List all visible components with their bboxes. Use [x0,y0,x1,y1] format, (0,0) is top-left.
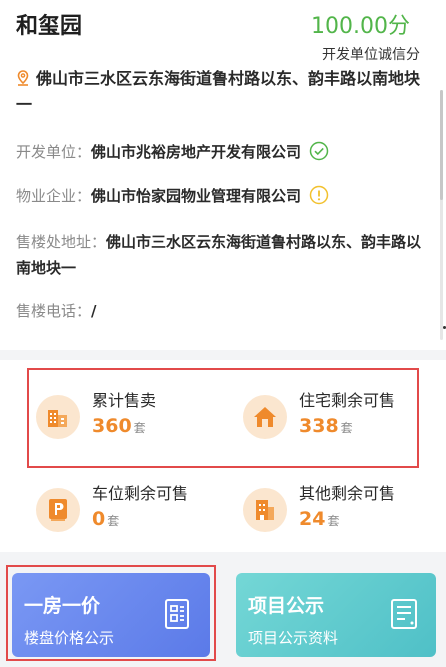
project-address-text: 佛山市三水区云东海街道鲁村路以东、韵丰路以南地块一 [16,69,421,114]
stat-value: 338 套 [299,415,353,437]
house-icon [243,395,287,439]
document-icon [391,599,417,629]
developer-value: 佛山市兆裕房地产开发有限公司 [91,143,302,161]
project-address: 佛山市三水区云东海街道鲁村路以东、韵丰路以南地块一 [16,66,426,118]
stat-value: 360 套 [92,415,146,437]
stat-number: 360 [92,415,132,437]
location-pin-icon [17,70,29,86]
stat-label: 住宅剩余可售 [299,391,396,410]
credit-score: 100.00分 [311,14,410,39]
project-title: 和玺园 [16,14,83,39]
sales-office-row: 售楼处地址：佛山市三水区云东海街道鲁村路以东、韵丰路以南地块一 [16,229,430,281]
stat-label: 其他剩余可售 [299,484,396,503]
scrollbar-thumb[interactable] [440,90,443,200]
parking-icon [36,488,80,532]
property-label: 物业企业： [16,187,92,205]
project-notice-tile[interactable]: 项目公示 项目公示资料 [236,573,436,657]
stat-value: 0套 [92,508,119,530]
developer-row: 开发单位：佛山市兆裕房地产开发有限公司 [16,139,329,165]
tile-subtitle: 楼盘价格公示 [24,629,115,647]
sales-stats-card: 累计售卖 360 套 住宅剩余可售 338 套 车位剩余可售 0套 其他剩余可售… [0,360,446,552]
stat-unit: 套 [327,514,340,528]
phone-row: 售楼电话：/ [16,298,97,324]
warning-info-icon[interactable] [309,185,329,205]
tile-subtitle: 项目公示资料 [248,629,339,647]
price-list-tile[interactable]: 一房一价 楼盘价格公示 [12,573,210,657]
credit-score-label: 开发单位诚信分 [322,47,420,63]
building-icon [36,395,80,439]
developer-label: 开发单位： [16,143,92,161]
stat-unit: 套 [340,421,353,435]
stat-unit: 套 [107,514,120,528]
price-list-icon [165,599,189,629]
stat-label: 车位剩余可售 [92,484,189,503]
stat-number: 0 [92,508,106,530]
phone-label: 售楼电话： [16,302,92,320]
phone-value[interactable]: / [91,302,96,320]
office-icon [243,488,287,532]
verified-check-icon [309,141,329,161]
highlight-box [27,368,419,468]
tile-title: 一房一价 [24,595,101,617]
sales-office-label: 售楼处地址： [16,233,107,251]
tile-title: 项目公示 [248,595,325,617]
property-value: 佛山市怡家园物业管理有限公司 [91,187,302,205]
stat-unit: 套 [133,421,146,435]
project-info-card: 和玺园 100.00分 开发单位诚信分 佛山市三水区云东海街道鲁村路以东、韵丰路… [0,0,446,350]
stat-label: 累计售卖 [92,391,157,410]
property-row: 物业企业：佛山市怡家园物业管理有限公司 [16,183,329,209]
stat-number: 338 [299,415,339,437]
stat-value: 24 套 [299,508,339,530]
stat-number: 24 [299,508,326,530]
